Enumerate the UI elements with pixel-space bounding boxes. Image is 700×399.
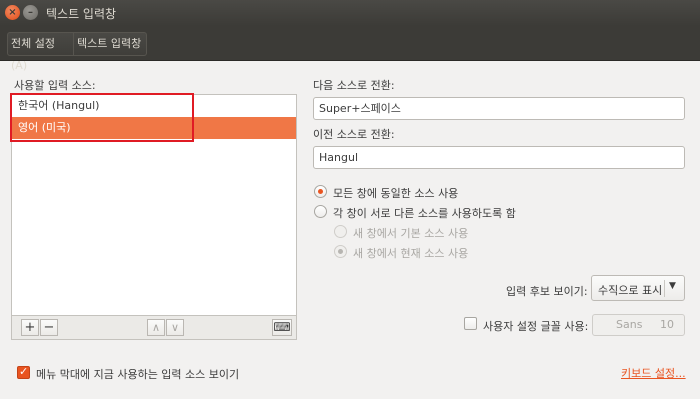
new-window-current-radio[interactable] bbox=[334, 245, 347, 258]
minimize-icon[interactable]: – bbox=[23, 5, 38, 20]
highlight-box bbox=[10, 93, 194, 142]
list-toolbar: + − ∧ ∨ ⌨ bbox=[11, 315, 297, 340]
global-settings-button[interactable]: 전체 설정(A) bbox=[7, 32, 74, 72]
new-window-default-label: 새 창에서 기본 소스 사용 bbox=[353, 227, 469, 240]
custom-font-checkbox[interactable] bbox=[464, 317, 477, 330]
font-picker-button[interactable]: Sans 10 bbox=[592, 314, 685, 336]
switch-next-label: 다음 소스로 전환: bbox=[313, 79, 395, 92]
same-source-label: 모든 창에 동일한 소스 사용 bbox=[333, 187, 459, 200]
chevron-down-icon: ▼ bbox=[669, 281, 676, 291]
text-entry-button[interactable]: 텍스트 입력창 bbox=[74, 32, 147, 56]
keyboard-settings-link[interactable]: 키보드 설정... bbox=[621, 365, 686, 381]
candidates-label: 입력 후보 보이기: bbox=[506, 285, 588, 298]
add-source-button[interactable]: + bbox=[21, 319, 39, 336]
custom-font-label: 사용자 설정 글꼴 사용: bbox=[483, 320, 589, 333]
candidates-select[interactable]: 수직으로 표시 ▼ bbox=[591, 275, 685, 301]
per-window-radio[interactable] bbox=[314, 205, 327, 218]
show-menu-checkbox[interactable] bbox=[17, 365, 30, 379]
per-window-label: 각 창이 서로 다른 소스를 사용하도록 함 bbox=[333, 207, 516, 220]
close-icon[interactable]: × bbox=[5, 5, 20, 20]
switch-prev-field[interactable]: Hangul bbox=[313, 146, 685, 169]
font-name: Sans bbox=[616, 318, 643, 331]
move-up-button[interactable]: ∧ bbox=[147, 319, 165, 336]
candidates-select-value: 수직으로 표시 bbox=[598, 284, 663, 297]
remove-source-button[interactable]: − bbox=[40, 319, 58, 336]
new-window-default-radio[interactable] bbox=[334, 225, 347, 238]
font-size: 10 bbox=[660, 318, 674, 331]
combo-separator bbox=[664, 280, 665, 297]
toolbar: 전체 설정(A) 텍스트 입력창 bbox=[0, 26, 700, 72]
switch-prev-label: 이전 소스로 전환: bbox=[313, 128, 395, 141]
new-window-current-label: 새 창에서 현재 소스 사용 bbox=[353, 247, 469, 260]
switch-next-field[interactable]: Super+스페이스 bbox=[313, 97, 685, 120]
input-sources-label: 사용할 입력 소스: bbox=[14, 79, 96, 92]
window-title: 텍스트 입력창 bbox=[46, 7, 117, 21]
keyboard-layout-icon[interactable]: ⌨ bbox=[272, 319, 292, 336]
move-down-button[interactable]: ∨ bbox=[166, 319, 184, 336]
title-bar: × – 텍스트 입력창 bbox=[0, 0, 700, 26]
show-menu-label: 메뉴 막대에 지금 사용하는 입력 소스 보이기 bbox=[36, 368, 240, 381]
same-source-radio[interactable] bbox=[314, 185, 327, 198]
